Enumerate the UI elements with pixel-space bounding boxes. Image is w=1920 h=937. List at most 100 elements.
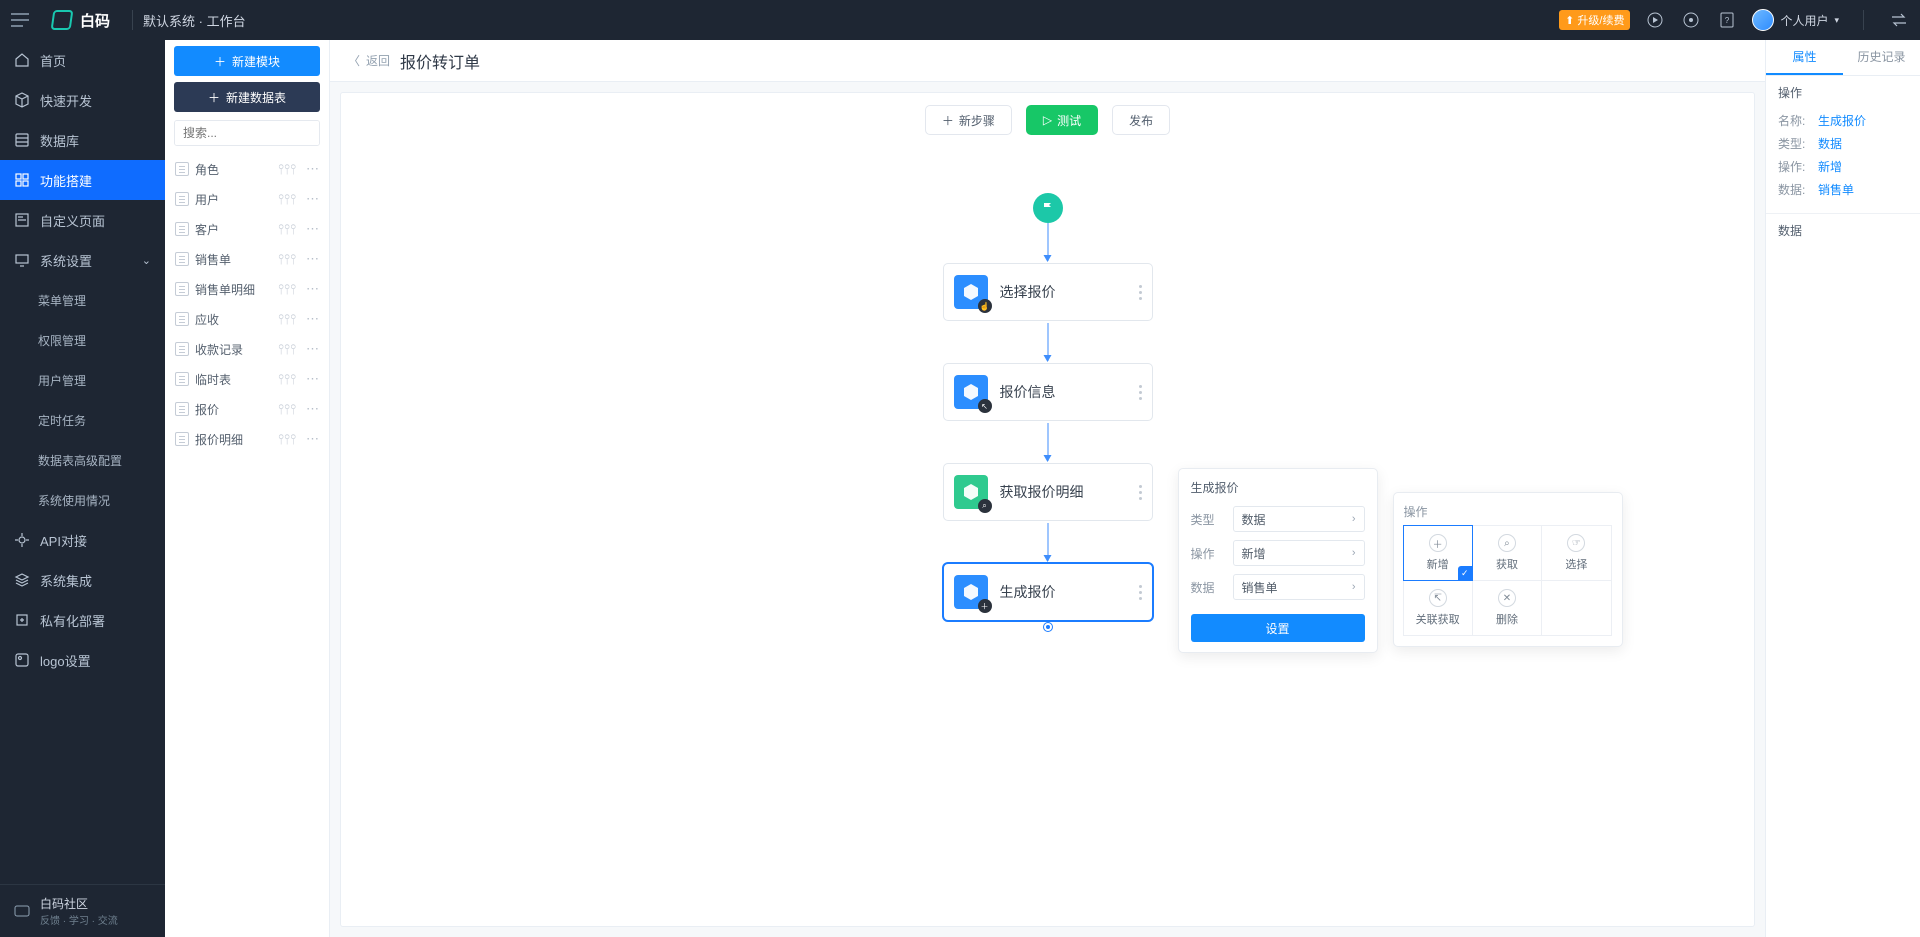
more-icon[interactable]: ⋯	[302, 191, 319, 207]
play-icon[interactable]	[1644, 9, 1666, 31]
prop-value[interactable]: 新增	[1818, 158, 1842, 175]
table-row[interactable]: 销售单明细 ⫯⫯⫯ ⋯	[165, 274, 329, 304]
more-icon[interactable]: ⋯	[302, 371, 319, 387]
tab-properties[interactable]: 属性	[1766, 40, 1843, 75]
flow-port[interactable]	[1044, 623, 1052, 631]
table-row[interactable]: 报价明细 ⫯⫯⫯ ⋯	[165, 424, 329, 454]
help-chat-icon[interactable]	[1680, 9, 1702, 31]
action-option[interactable]: ↸ 关联获取	[1403, 580, 1473, 636]
action-label: 获取	[1496, 556, 1518, 572]
nav-subitem[interactable]: 系统使用情况	[0, 480, 165, 520]
table-row[interactable]: 客户 ⫯⫯⫯ ⋯	[165, 214, 329, 244]
tab-history[interactable]: 历史记录	[1843, 40, 1920, 75]
nav-subitem[interactable]: 定时任务	[0, 400, 165, 440]
sliders-icon[interactable]: ⫯⫯⫯	[278, 161, 296, 178]
popover-select[interactable]: 销售单 ›	[1233, 574, 1365, 600]
table-row[interactable]: 收款记录 ⫯⫯⫯ ⋯	[165, 334, 329, 364]
sliders-icon[interactable]: ⫯⫯⫯	[278, 311, 296, 328]
left-nav: 首页 快速开发 数据库 功能搭建 自定义页面 系统设置 ⌄ 菜单管理权限管理用户…	[0, 40, 165, 937]
nav-item[interactable]: 自定义页面	[0, 200, 165, 240]
nav-item[interactable]: 首页	[0, 40, 165, 80]
nav-item[interactable]: 数据库	[0, 120, 165, 160]
divider	[1863, 10, 1864, 30]
back-button[interactable]: 〈 返回	[348, 52, 390, 69]
node-menu[interactable]	[1139, 485, 1142, 500]
nav-subitem[interactable]: 菜单管理	[0, 280, 165, 320]
more-icon[interactable]: ⋯	[302, 251, 319, 267]
table-name: 报价明细	[195, 431, 272, 448]
action-option[interactable]: ⌕ 获取	[1472, 525, 1542, 581]
flow-node[interactable]: ＋ 生成报价	[943, 563, 1153, 621]
publish-button[interactable]: 发布	[1112, 105, 1170, 135]
nav-item[interactable]: 系统集成	[0, 560, 165, 600]
canvas[interactable]: ＋ 新步骤 ▷ 测试 发布 ☝ 选择报价	[340, 92, 1755, 927]
doc-icon[interactable]: ?	[1716, 9, 1738, 31]
more-icon[interactable]: ⋯	[302, 431, 319, 447]
more-icon[interactable]: ⋯	[302, 161, 319, 177]
more-icon[interactable]: ⋯	[302, 281, 319, 297]
node-menu[interactable]	[1139, 285, 1142, 300]
nav-item[interactable]: logo设置	[0, 640, 165, 680]
nav-footer[interactable]: 白码社区 反馈 · 学习 · 交流	[0, 884, 165, 937]
table-row[interactable]: 用户 ⫯⫯⫯ ⋯	[165, 184, 329, 214]
sliders-icon[interactable]: ⫯⫯⫯	[278, 401, 296, 418]
more-icon[interactable]: ⋯	[302, 341, 319, 357]
nav-item[interactable]: 快速开发	[0, 80, 165, 120]
popover-select[interactable]: 新增 ›	[1233, 540, 1365, 566]
nav-item[interactable]: 私有化部署	[0, 600, 165, 640]
action-title: 操作	[1404, 505, 1428, 519]
flow-node[interactable]: ↖ 报价信息	[943, 363, 1153, 421]
new-module-button[interactable]: ＋ 新建模块	[174, 46, 320, 76]
action-option[interactable]: ＋ 新增	[1403, 525, 1473, 581]
more-icon[interactable]: ⋯	[302, 311, 319, 327]
flow-node[interactable]: ☝ 选择报价	[943, 263, 1153, 321]
more-icon[interactable]: ⋯	[302, 221, 319, 237]
new-step-button[interactable]: ＋ 新步骤	[925, 105, 1012, 135]
popover-select[interactable]: 数据 ›	[1233, 506, 1365, 532]
sliders-icon[interactable]: ⫯⫯⫯	[278, 281, 296, 298]
action-empty	[1541, 580, 1611, 636]
prop-value[interactable]: 销售单	[1818, 181, 1854, 198]
menu-toggle-icon[interactable]	[0, 0, 40, 40]
table-name: 收款记录	[195, 341, 272, 358]
prop-value[interactable]: 数据	[1818, 135, 1842, 152]
node-menu[interactable]	[1139, 385, 1142, 400]
more-icon[interactable]: ⋯	[302, 401, 319, 417]
flow-arrow	[1047, 223, 1048, 261]
sliders-icon[interactable]: ⫯⫯⫯	[278, 251, 296, 268]
search-input[interactable]	[175, 121, 320, 145]
table-row[interactable]: 应收 ⫯⫯⫯ ⋯	[165, 304, 329, 334]
table-row[interactable]: 报价 ⫯⫯⫯ ⋯	[165, 394, 329, 424]
swap-icon[interactable]	[1888, 9, 1910, 31]
node-menu[interactable]	[1139, 585, 1142, 600]
action-option[interactable]: ✕ 删除	[1472, 580, 1542, 636]
brand-logo[interactable]: 白码	[40, 10, 122, 31]
nav-subitem[interactable]: 权限管理	[0, 320, 165, 360]
sliders-icon[interactable]: ⫯⫯⫯	[278, 431, 296, 448]
test-label: 测试	[1057, 112, 1081, 129]
table-row[interactable]: 销售单 ⫯⫯⫯ ⋯	[165, 244, 329, 274]
sliders-icon[interactable]: ⫯⫯⫯	[278, 371, 296, 388]
user-menu[interactable]: 个人用户 ▾	[1752, 9, 1839, 31]
popover-settings-button[interactable]: 设置	[1191, 614, 1365, 642]
logo-icon	[14, 652, 30, 668]
prop-value[interactable]: 生成报价	[1818, 112, 1866, 129]
nav-item[interactable]: 功能搭建	[0, 160, 165, 200]
action-option[interactable]: ☞ 选择	[1541, 525, 1611, 581]
table-row[interactable]: 角色 ⫯⫯⫯ ⋯	[165, 154, 329, 184]
nav-item[interactable]: API对接	[0, 520, 165, 560]
flow-node[interactable]: ⌕ 获取报价明细	[943, 463, 1153, 521]
table-row[interactable]: 临时表 ⫯⫯⫯ ⋯	[165, 364, 329, 394]
upgrade-button[interactable]: ⬆ 升级/续费	[1559, 10, 1630, 30]
sliders-icon[interactable]: ⫯⫯⫯	[278, 341, 296, 358]
nav-item[interactable]: 系统设置 ⌄	[0, 240, 165, 280]
sliders-icon[interactable]: ⫯⫯⫯	[278, 191, 296, 208]
right-section-ops: 操作 名称: 生成报价类型: 数据操作: 新增数据: 销售单	[1766, 76, 1920, 209]
nav-subitem[interactable]: 数据表高级配置	[0, 440, 165, 480]
start-node[interactable]	[1033, 193, 1063, 223]
nav-subitem[interactable]: 用户管理	[0, 360, 165, 400]
test-button[interactable]: ▷ 测试	[1026, 105, 1098, 135]
new-table-button[interactable]: ＋ 新建数据表	[174, 82, 320, 112]
table-name: 销售单	[195, 251, 272, 268]
sliders-icon[interactable]: ⫯⫯⫯	[278, 221, 296, 238]
